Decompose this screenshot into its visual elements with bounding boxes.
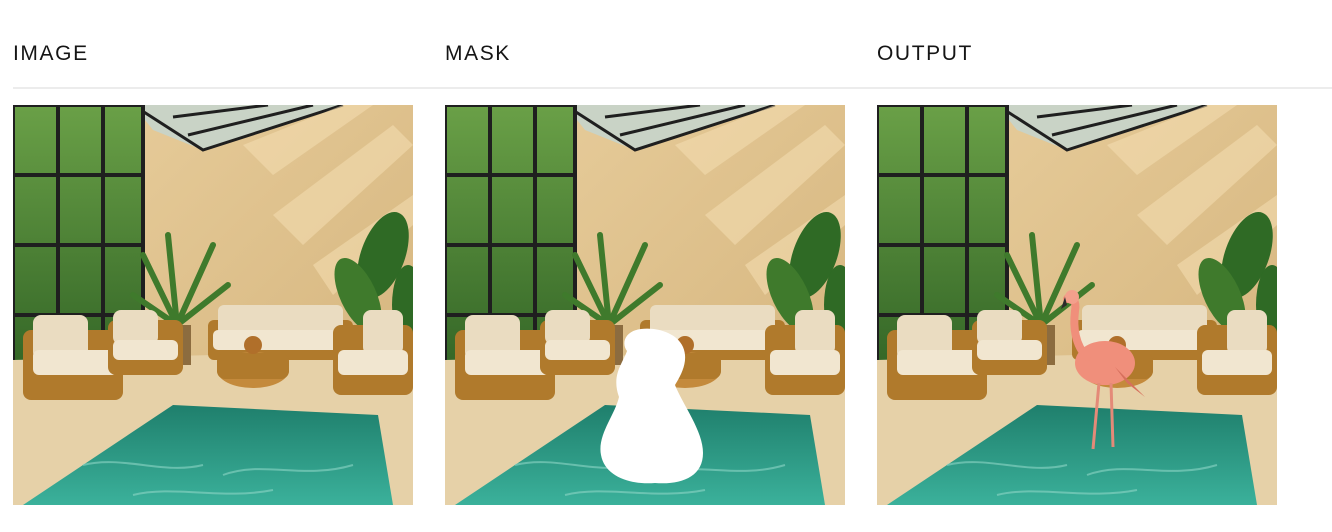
image-comparison-gallery: IMAGE MASK OUTPUT: [0, 0, 1332, 532]
output-column-label: OUTPUT: [877, 42, 973, 65]
output-image: [877, 105, 1277, 505]
mask-column-label: MASK: [445, 42, 511, 65]
mask-image: [445, 105, 845, 505]
image-column-label: IMAGE: [13, 42, 89, 65]
input-image: [13, 105, 413, 505]
header-divider: [13, 87, 1332, 89]
